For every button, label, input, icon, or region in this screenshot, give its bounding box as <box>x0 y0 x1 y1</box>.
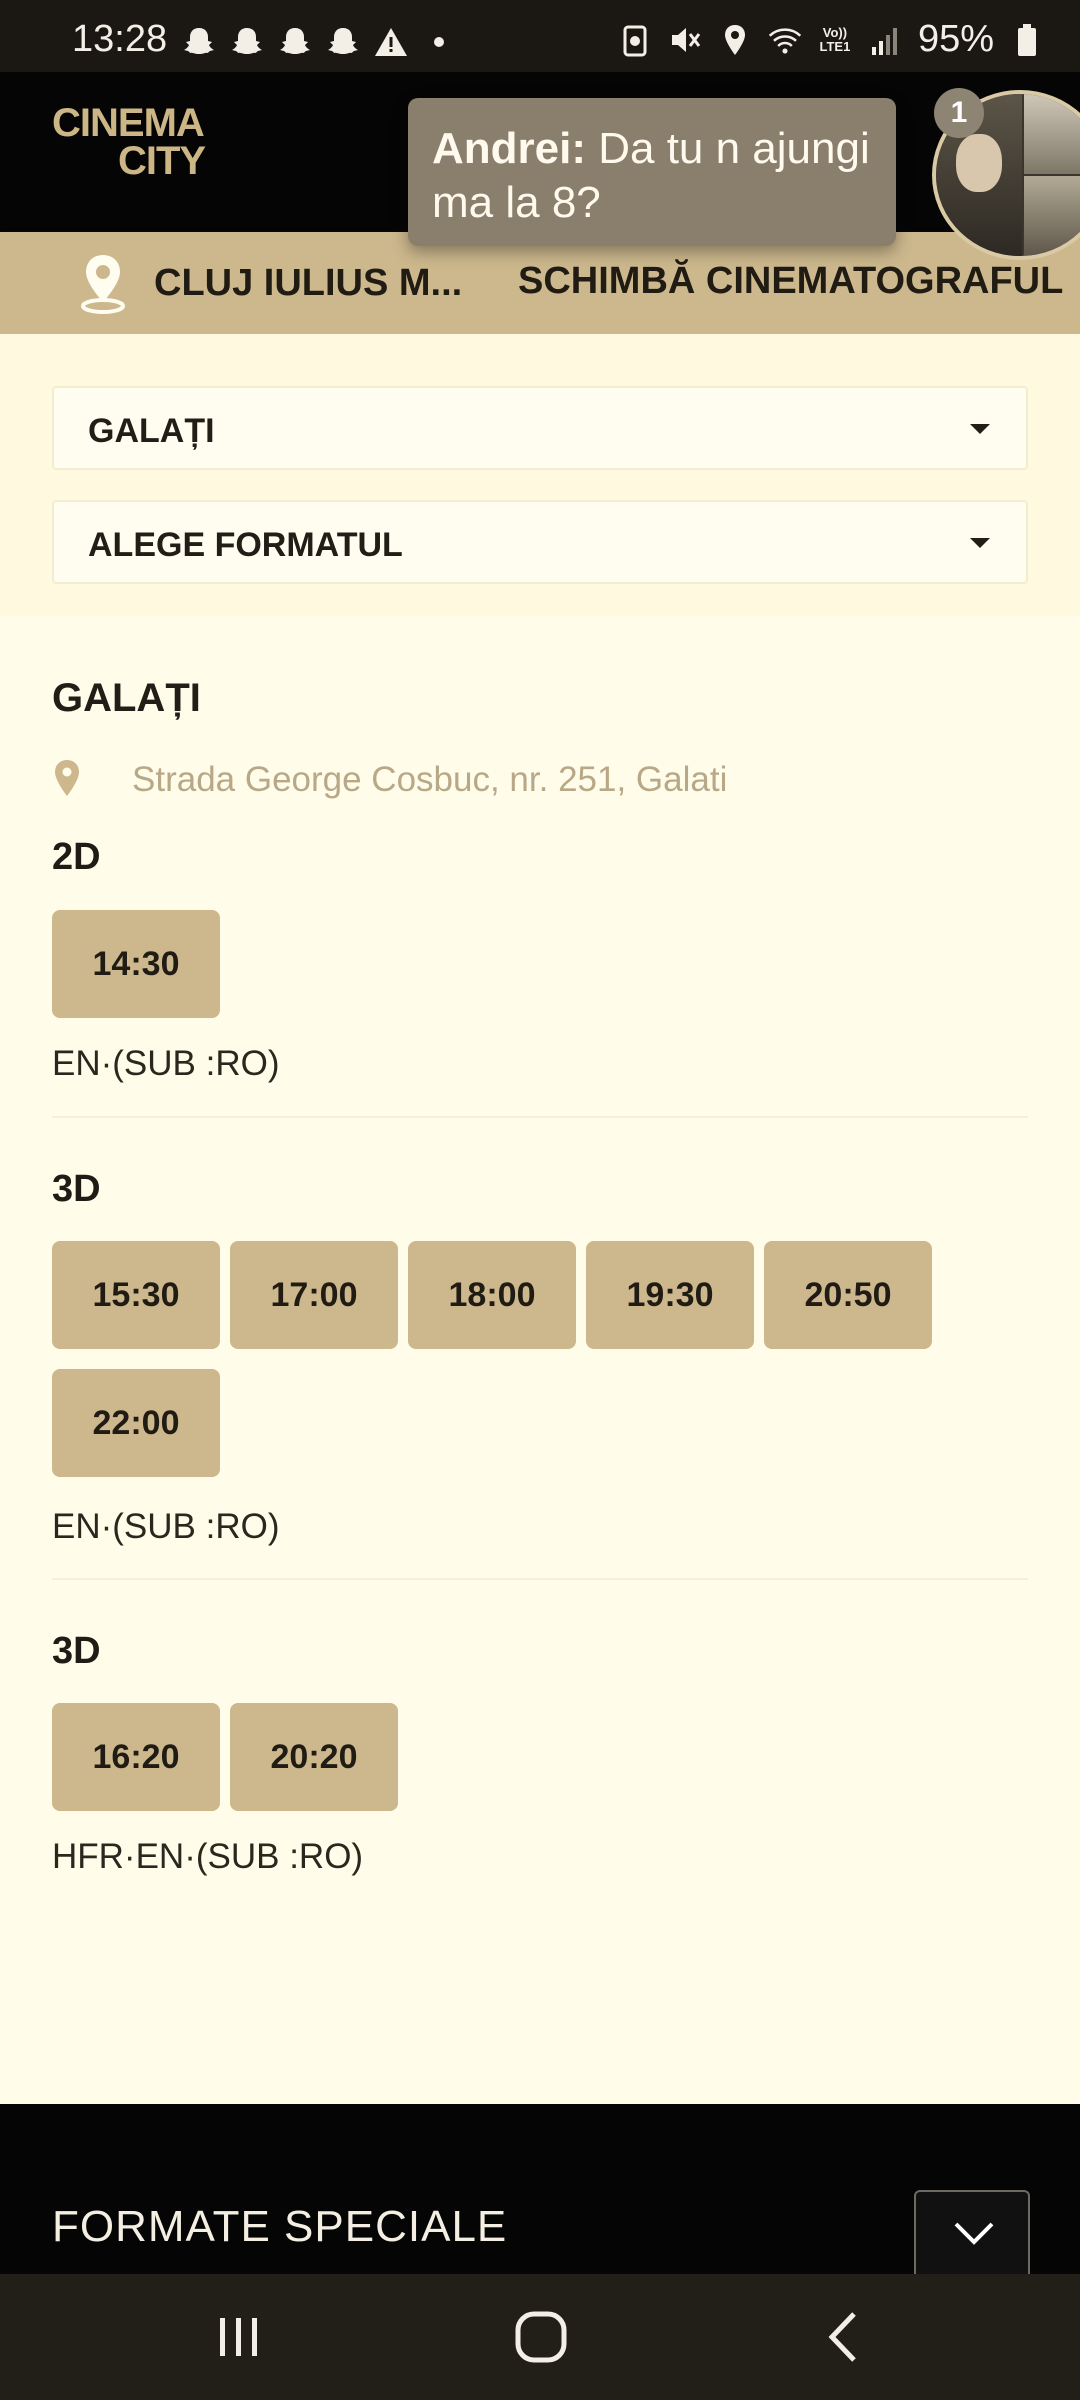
snapchat-icon <box>328 28 358 54</box>
back-icon[interactable] <box>810 2304 876 2370</box>
change-cinema-button[interactable]: SCHIMBĂ CINEMATOGRAFUL <box>518 260 1063 303</box>
signal-icon <box>871 27 897 55</box>
location-pin-icon <box>81 255 125 314</box>
format-label-2d: 2D <box>52 836 101 878</box>
mute-icon <box>671 27 701 52</box>
battery-percent: 95% <box>917 18 994 60</box>
map-pin-icon <box>55 760 79 796</box>
snapchat-icon <box>184 28 214 54</box>
current-cinema-name[interactable]: CLUJ IULIUS M... <box>154 262 462 305</box>
battery-icon <box>1018 23 1036 56</box>
chat-bubble-notification[interactable]: Andrei: Da tu n ajungi ma la 8? <box>408 98 896 246</box>
showtime-button[interactable]: 20:50 <box>764 1241 932 1349</box>
cinema-address[interactable]: Strada George Cosbuc, nr. 251, Galati <box>132 760 727 800</box>
language-info: EN·(SUB :RO) <box>52 1044 280 1083</box>
special-formats-section: FORMATE SPECIALE <box>0 2104 1080 2274</box>
format-select-value: ALEGE FORMATUL <box>88 526 403 564</box>
wifi-icon <box>768 27 802 54</box>
showtimes-3d: 15:30 17:00 18:00 19:30 20:50 22:00 <box>52 1241 952 1477</box>
cinema-city-logo[interactable]: CINEMA CITY <box>52 101 212 186</box>
divider <box>52 1578 1028 1580</box>
location-bar: CLUJ IULIUS M... SCHIMBĂ CINEMATOGRAFUL <box>0 232 1080 334</box>
avatar-photo <box>1024 94 1080 174</box>
more-notifications-dot <box>434 37 444 47</box>
recent-apps-icon[interactable] <box>206 2304 272 2370</box>
showtimes-3d-hfr: 16:20 20:20 <box>52 1703 952 1811</box>
showtime-button[interactable]: 17:00 <box>230 1241 398 1349</box>
showtime-button[interactable]: 16:20 <box>52 1703 220 1811</box>
showtime-button[interactable]: 19:30 <box>586 1241 754 1349</box>
format-label-3d-hfr: 3D <box>52 1630 101 1672</box>
status-time: 13:28 <box>72 18 168 60</box>
chevron-down-icon <box>954 2222 994 2245</box>
special-formats-title: FORMATE SPECIALE <box>52 2202 508 2251</box>
language-info: HFR·EN·(SUB :RO) <box>52 1837 364 1876</box>
caret-down-icon <box>970 538 990 548</box>
data-saver-icon <box>623 25 647 56</box>
logo-line-2: CITY <box>118 139 206 183</box>
chat-sender: Andrei: <box>432 124 586 173</box>
avatar-face <box>956 134 1002 192</box>
avatar-photo <box>1024 176 1080 256</box>
home-icon[interactable] <box>508 2304 574 2370</box>
showtime-button[interactable]: 20:20 <box>230 1703 398 1811</box>
notification-icons <box>182 26 444 58</box>
showtime-button[interactable]: 15:30 <box>52 1241 220 1349</box>
showtime-button[interactable]: 18:00 <box>408 1241 576 1349</box>
city-select[interactable]: GALAȚI <box>52 386 1028 470</box>
logo-line-1: CINEMA <box>52 101 205 145</box>
city-select-value: GALAȚI <box>88 412 215 450</box>
format-select[interactable]: ALEGE FORMATUL <box>52 500 1028 584</box>
snapchat-icon <box>280 28 310 54</box>
showtime-button[interactable]: 22:00 <box>52 1369 220 1477</box>
snapchat-icon <box>232 28 262 54</box>
showtimes-2d: 14:30 <box>52 910 952 1018</box>
location-icon <box>724 24 745 55</box>
divider <box>52 1116 1028 1118</box>
volte-icon: Vo)) LTE1 <box>819 24 851 54</box>
system-nav-bar <box>0 2274 1080 2400</box>
caret-down-icon <box>970 424 990 434</box>
system-icons: Vo)) LTE1 95% <box>618 18 1044 61</box>
cinema-title: GALAȚI <box>52 676 201 720</box>
unread-badge: 1 <box>934 88 984 138</box>
expand-button[interactable] <box>914 2190 1030 2274</box>
format-label-3d: 3D <box>52 1168 101 1210</box>
showtime-button[interactable]: 14:30 <box>52 910 220 1018</box>
status-bar: 13:28 Vo)) LTE1 95% <box>0 0 1080 72</box>
language-info: EN·(SUB :RO) <box>52 1507 280 1546</box>
warning-icon <box>375 28 407 56</box>
